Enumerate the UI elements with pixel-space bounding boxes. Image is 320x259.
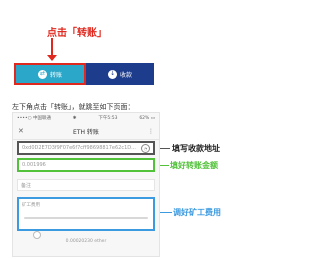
nav-bar: ✕ ETH 转账 ⋮ bbox=[13, 123, 159, 140]
wifi-icon: ✱ bbox=[72, 115, 77, 121]
contact-icon[interactable]: ◔ bbox=[141, 143, 150, 153]
receive-label: 收款 bbox=[119, 71, 132, 79]
fee-slider-thumb[interactable] bbox=[33, 231, 42, 239]
callout-prefix: 点击 bbox=[47, 28, 67, 39]
callout-arrow bbox=[47, 38, 57, 61]
status-bar: ••••○ 中国联通 ✱ 下午5:53 62% ▭ bbox=[13, 113, 159, 123]
wallet-bottom-bar: ⇄ 转账 ↓ 收款 bbox=[14, 63, 154, 85]
amount-annotation: 填好转账金额 bbox=[170, 161, 218, 170]
amount-connector bbox=[160, 165, 169, 166]
fee-annotation: 调好矿工费用 bbox=[173, 208, 221, 217]
receive-circle-icon: ↓ bbox=[107, 69, 117, 79]
transfer-button[interactable]: ⇄ 转账 bbox=[14, 63, 86, 85]
fee-field: 矿工费用 bbox=[17, 197, 155, 239]
transfer-label: 转账 bbox=[49, 71, 62, 79]
close-icon[interactable]: ✕ bbox=[18, 127, 24, 135]
transfer-screen: ••••○ 中国联通 ✱ 下午5:53 62% ▭ ✕ ETH 转账 ⋮ 0xd… bbox=[12, 112, 160, 257]
fee-slider[interactable] bbox=[24, 217, 148, 239]
page-title: ETH 转账 bbox=[73, 128, 99, 136]
address-field[interactable]: 0xd0D2E7D3f9F07e6f7cff98698817e62c1D... … bbox=[17, 141, 155, 155]
more-icon[interactable]: ⋮ bbox=[148, 128, 154, 135]
click-transfer-callout: 点击「转账」 bbox=[47, 24, 107, 39]
callout-target: 「转账」 bbox=[67, 28, 107, 39]
fee-value: 0.00020230 ether bbox=[65, 239, 107, 244]
transfer-circle-icon: ⇄ bbox=[37, 69, 47, 79]
note-field[interactable]: 备注 bbox=[17, 179, 155, 191]
address-value: 0xd0D2E7D3f9F07e6f7cff98698817e62c1D... bbox=[22, 145, 136, 151]
carrier: ••••○ 中国联通 bbox=[17, 116, 51, 121]
fee-connector bbox=[160, 212, 172, 213]
amount-field[interactable]: 0.001996 bbox=[17, 158, 155, 172]
battery: 62% ▭ bbox=[139, 115, 155, 121]
address-annotation: 填写收款地址 bbox=[172, 144, 220, 153]
note-placeholder: 备注 bbox=[21, 182, 32, 189]
clock: 下午5:53 bbox=[98, 116, 118, 121]
fee-label: 矿工费用 bbox=[22, 203, 40, 208]
receive-button[interactable]: ↓ 收款 bbox=[86, 63, 154, 85]
amount-value: 0.001996 bbox=[22, 162, 46, 168]
address-connector bbox=[160, 148, 170, 149]
instruction-text: 左下角点击「转账」，就跳至如下页面： bbox=[12, 103, 135, 111]
